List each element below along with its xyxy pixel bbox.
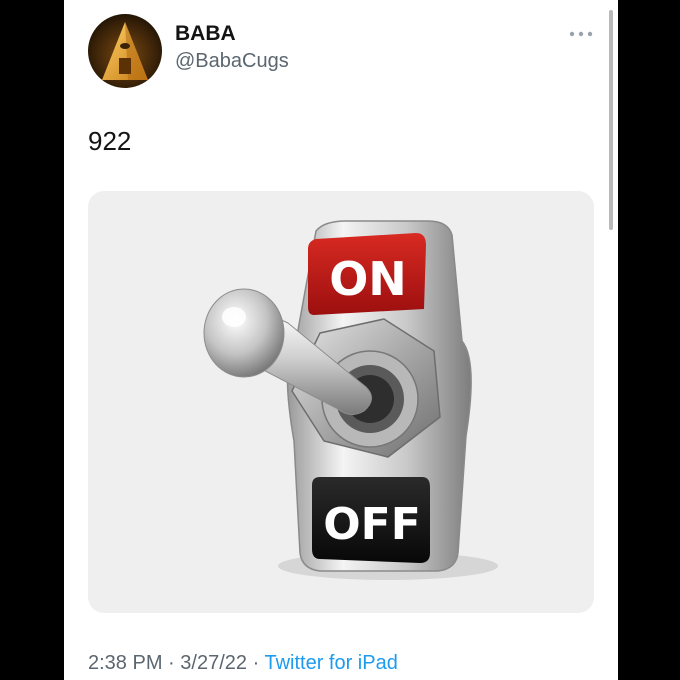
avatar[interactable]: [88, 14, 162, 88]
tweet-text: 922: [88, 126, 132, 156]
on-label: ON: [329, 252, 407, 306]
switch-knob: [203, 288, 285, 378]
more-horizontal-icon: [569, 31, 593, 37]
tweet-meta: 2:38 PM · 3/27/22 · Twitter for iPad: [88, 652, 398, 675]
tweet-source-link[interactable]: Twitter for iPad: [264, 652, 397, 674]
scrollbar[interactable]: [609, 10, 613, 230]
knob-highlight: [222, 307, 246, 327]
author-handle[interactable]: @BabaCugs: [175, 50, 289, 73]
pyramid-avatar-icon: [88, 14, 162, 88]
tweet-media[interactable]: ON OFF: [88, 191, 594, 613]
toggle-switch-image: ON OFF: [203, 220, 498, 580]
tweet-card: BABA @BabaCugs 922 ON OFF 2:38 PM · 3/27…: [64, 0, 618, 680]
tweet-time[interactable]: 2:38 PM: [88, 652, 162, 674]
meta-separator: ·: [252, 652, 260, 674]
author-name[interactable]: BABA: [175, 22, 236, 46]
tweet-date[interactable]: 3/27/22: [180, 652, 247, 674]
off-label: OFF: [323, 499, 421, 550]
more-button[interactable]: [567, 26, 595, 42]
meta-separator: ·: [168, 652, 175, 674]
